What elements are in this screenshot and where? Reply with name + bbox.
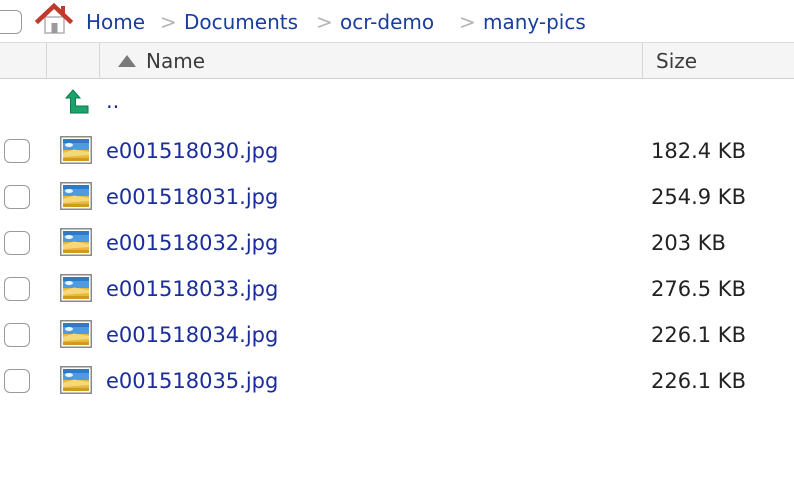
select-all-checkbox[interactable] <box>0 10 22 34</box>
column-divider <box>642 43 643 79</box>
file-name-link[interactable]: e001518031.jpg <box>106 184 278 210</box>
breadcrumb-ocr-demo[interactable]: ocr-demo <box>340 9 434 35</box>
table-row[interactable]: e001518032.jpg 203 KB <box>0 220 794 266</box>
parent-directory-link[interactable]: .. <box>106 88 119 114</box>
file-name-link[interactable]: e001518030.jpg <box>106 138 278 164</box>
file-name-link[interactable]: e001518035.jpg <box>106 368 278 394</box>
image-file-icon <box>60 274 92 302</box>
file-size: 182.4 KB <box>651 139 746 163</box>
file-size: 203 KB <box>651 231 726 255</box>
file-size: 276.5 KB <box>651 277 746 301</box>
sort-ascending-icon[interactable] <box>118 55 136 67</box>
table-row[interactable]: e001518035.jpg 226.1 KB <box>0 358 794 404</box>
breadcrumb-documents[interactable]: Documents <box>184 9 298 35</box>
image-file-icon <box>60 320 92 348</box>
row-select-checkbox[interactable] <box>4 323 30 347</box>
breadcrumb-separator: > <box>459 10 476 34</box>
file-browser: Home > Documents > ocr-demo > many-pics … <box>0 0 794 480</box>
breadcrumb-many-pics[interactable]: many-pics <box>483 9 586 35</box>
column-divider <box>46 43 47 79</box>
file-size: 226.1 KB <box>651 323 746 347</box>
breadcrumb-separator: > <box>160 10 177 34</box>
parent-directory-row[interactable]: .. <box>0 82 794 128</box>
column-header-name[interactable]: Name <box>146 49 205 73</box>
file-name-link[interactable]: e001518033.jpg <box>106 276 278 302</box>
breadcrumb-separator: > <box>316 10 333 34</box>
file-size: 254.9 KB <box>651 185 746 209</box>
breadcrumb: Home > Documents > ocr-demo > many-pics <box>0 0 794 42</box>
file-size: 226.1 KB <box>651 369 746 393</box>
home-icon[interactable] <box>35 2 73 36</box>
table-header: Name Size <box>0 42 794 79</box>
column-header-size[interactable]: Size <box>656 49 697 73</box>
image-file-icon <box>60 366 92 394</box>
image-file-icon <box>60 182 92 210</box>
column-divider <box>99 43 100 79</box>
table-row[interactable]: e001518030.jpg 182.4 KB <box>0 128 794 174</box>
row-select-checkbox[interactable] <box>4 185 30 209</box>
table-row[interactable]: e001518034.jpg 226.1 KB <box>0 312 794 358</box>
parent-directory-up-arrow-icon <box>64 89 89 114</box>
file-name-link[interactable]: e001518034.jpg <box>106 322 278 348</box>
breadcrumb-home[interactable]: Home <box>86 9 145 35</box>
image-file-icon <box>60 136 92 164</box>
row-select-checkbox[interactable] <box>4 231 30 255</box>
table-row[interactable]: e001518033.jpg 276.5 KB <box>0 266 794 312</box>
row-select-checkbox[interactable] <box>4 277 30 301</box>
file-name-link[interactable]: e001518032.jpg <box>106 230 278 256</box>
table-row[interactable]: e001518031.jpg 254.9 KB <box>0 174 794 220</box>
row-select-checkbox[interactable] <box>4 139 30 163</box>
row-select-checkbox[interactable] <box>4 369 30 393</box>
image-file-icon <box>60 228 92 256</box>
